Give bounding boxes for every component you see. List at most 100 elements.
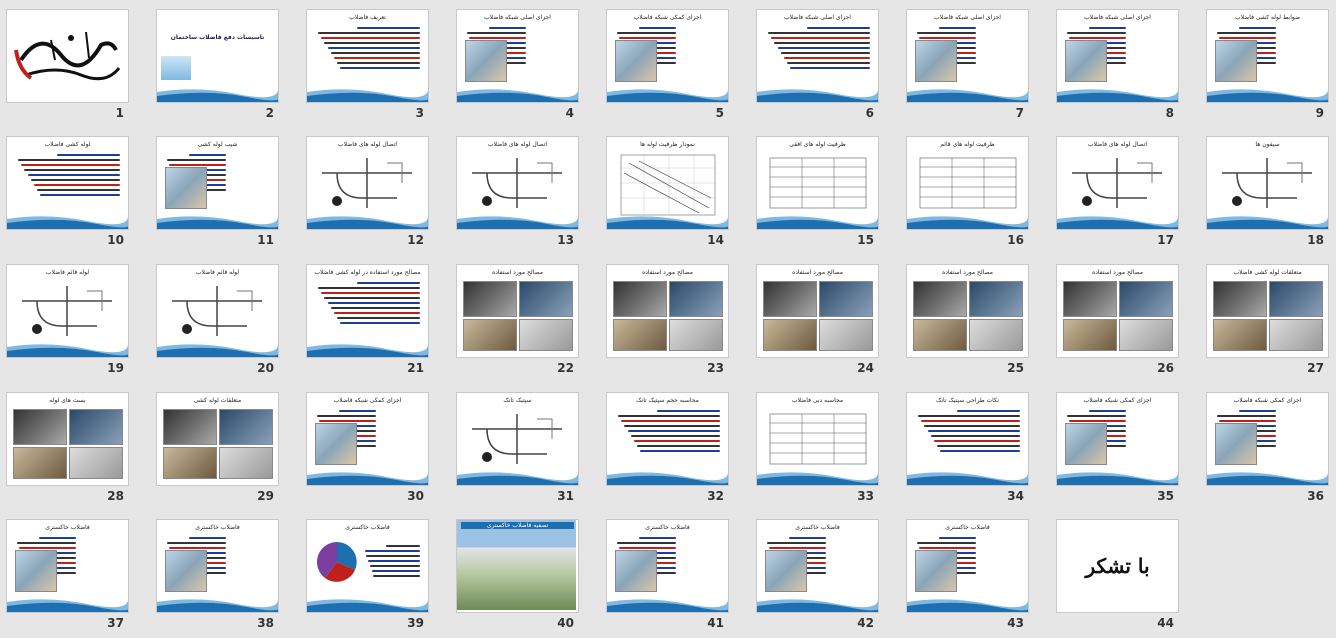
slide-number: 3 <box>415 106 424 120</box>
slide-preview[interactable]: مصالح مورد استفاده <box>1056 264 1179 358</box>
pipe-photo <box>819 281 873 317</box>
slide-thumbnail[interactable]: لوله قائم فاضلاب 20 <box>150 258 300 383</box>
slide-preview[interactable]: اجزای اصلی شبکه فاضلاب <box>906 9 1029 103</box>
slide-thumbnail[interactable]: بست های لوله 28 <box>0 386 150 511</box>
slide-preview[interactable]: با تشکر <box>1056 519 1179 613</box>
slide-preview[interactable]: ظرفیت لوله های افقی <box>756 136 879 230</box>
slide-preview[interactable]: اجزای اصلی شبکه فاضلاب <box>456 9 579 103</box>
slide-thumbnail[interactable]: فاضلاب خاکستری 37 <box>0 513 150 638</box>
slide-thumbnail[interactable]: تاسیسات دفع فاضلاب ساختمان 2 <box>150 3 300 128</box>
slide-preview[interactable]: اجزای کمکی شبکه فاضلاب <box>306 392 429 486</box>
slide-number: 28 <box>107 489 124 503</box>
slide-preview[interactable]: محاسبه حجم سپتیک تانک <box>606 392 729 486</box>
slide-thumbnail[interactable]: نکات طراحی سپتیک تانک 34 <box>900 386 1050 511</box>
slide-thumbnail[interactable]: شیب لوله کشی 11 <box>150 130 300 255</box>
slide-preview[interactable]: اتصال لوله های فاضلاب <box>456 136 579 230</box>
slide-thumbnail[interactable]: اجزای کمکی شبکه فاضلاب 30 <box>300 386 450 511</box>
slide-thumbnail[interactable]: اجزای کمکی شبکه فاضلاب 5 <box>600 3 750 128</box>
slide-thumbnail[interactable]: فاضلاب خاکستری 43 <box>900 513 1050 638</box>
slide-thumbnail[interactable]: اجزای اصلی شبکه فاضلاب 6 <box>750 3 900 128</box>
pipe-photo <box>1269 281 1323 317</box>
slide-thumbnail[interactable]: مصالح مورد استفاده 24 <box>750 258 900 383</box>
slide-thumbnail[interactable]: ضوابط لوله کشی فاضلاب 9 <box>1200 3 1336 128</box>
slide-number: 21 <box>407 361 424 375</box>
slide-thumbnail[interactable]: سپتیک تانک 31 <box>450 386 600 511</box>
slide-thumbnail[interactable]: اتصال لوله های فاضلاب 13 <box>450 130 600 255</box>
slide-preview[interactable]: نمودار ظرفیت لوله ها <box>606 136 729 230</box>
slide-preview[interactable]: تصفیه فاضلاب خاکستری <box>456 519 579 613</box>
slide-thumbnail[interactable]: اجزای کمکی شبکه فاضلاب 35 <box>1050 386 1200 511</box>
slide-preview[interactable]: لوله کشی فاضلاب <box>6 136 129 230</box>
pipe-diagram <box>1072 158 1162 208</box>
slide-body <box>615 407 720 455</box>
slide-thumbnail[interactable]: متعلقات لوله کشی فاضلاب 27 <box>1200 258 1336 383</box>
slide-thumbnail[interactable]: اجزای اصلی شبکه فاضلاب 4 <box>450 3 600 128</box>
slide-thumbnail[interactable]: فاضلاب خاکستری 38 <box>150 513 300 638</box>
pipe-photo <box>913 319 967 351</box>
slide-thumbnail[interactable]: تعریف فاضلاب 3 <box>300 3 450 128</box>
slide-preview[interactable]: ضوابط لوله کشی فاضلاب <box>1206 9 1329 103</box>
slide-preview[interactable]: سیفون ها <box>1206 136 1329 230</box>
slide-preview[interactable]: اجزای کمکی شبکه فاضلاب <box>1056 392 1179 486</box>
slide-thumbnail[interactable]: لوله کشی فاضلاب 10 <box>0 130 150 255</box>
slide-thumbnail[interactable]: اتصال لوله های فاضلاب 12 <box>300 130 450 255</box>
slide-preview[interactable]: فاضلاب خاکستری <box>756 519 879 613</box>
slide-thumbnail[interactable]: اتصال لوله های فاضلاب 17 <box>1050 130 1200 255</box>
slide-thumbnail[interactable]: با تشکر 44 <box>1050 513 1200 638</box>
slide-number: 20 <box>257 361 274 375</box>
slide-preview[interactable]: تاسیسات دفع فاضلاب ساختمان <box>156 9 279 103</box>
slide-preview[interactable]: مصالح مورد استفاده در لوله کشی فاضلاب <box>306 264 429 358</box>
slide-preview[interactable]: فاضلاب خاکستری <box>606 519 729 613</box>
slide-preview[interactable]: مصالح مورد استفاده <box>906 264 1029 358</box>
slide-thumbnail[interactable]: لوله قائم فاضلاب 19 <box>0 258 150 383</box>
slide-preview[interactable]: فاضلاب خاکستری <box>906 519 1029 613</box>
slide-thumbnail[interactable]: مصالح مورد استفاده در لوله کشی فاضلاب 21 <box>300 258 450 383</box>
slide-preview[interactable]: محاسبه دبی فاضلاب <box>756 392 879 486</box>
slide-thumbnail[interactable]: ظرفیت لوله های افقی 15 <box>750 130 900 255</box>
slide-thumbnail[interactable]: فاضلاب خاکستری 41 <box>600 513 750 638</box>
slide-preview[interactable]: فاضلاب خاکستری <box>306 519 429 613</box>
slide-preview[interactable]: اتصال لوله های فاضلاب <box>306 136 429 230</box>
slide-preview[interactable]: اجزای اصلی شبکه فاضلاب <box>756 9 879 103</box>
slide-preview[interactable]: متعلقات لوله کشی فاضلاب <box>1206 264 1329 358</box>
slide-thumbnail[interactable]: نمودار ظرفیت لوله ها 14 <box>600 130 750 255</box>
slide-preview[interactable]: اجزای کمکی شبکه فاضلاب <box>606 9 729 103</box>
slide-preview[interactable]: مصالح مورد استفاده <box>456 264 579 358</box>
slide-preview[interactable]: ظرفیت لوله های قائم <box>906 136 1029 230</box>
slide-preview[interactable]: اجزای کمکی شبکه فاضلاب <box>1206 392 1329 486</box>
pipe-photo <box>463 319 517 351</box>
slide-thumbnail[interactable]: محاسبه حجم سپتیک تانک 32 <box>600 386 750 511</box>
slide-preview[interactable]: بست های لوله <box>6 392 129 486</box>
slide-preview[interactable]: فاضلاب خاکستری <box>156 519 279 613</box>
slide-thumbnail[interactable]: فاضلاب خاکستری 42 <box>750 513 900 638</box>
slide-thumbnail[interactable]: ظرفیت لوله های قائم 16 <box>900 130 1050 255</box>
slide-preview[interactable]: مصالح مورد استفاده <box>606 264 729 358</box>
slide-preview[interactable]: لوله قائم فاضلاب <box>156 264 279 358</box>
slide-thumbnail[interactable]: محاسبه دبی فاضلاب 33 <box>750 386 900 511</box>
pipe-diagram <box>472 414 562 464</box>
slide-preview[interactable]: اجزای اصلی شبکه فاضلاب <box>1056 9 1179 103</box>
slide-thumbnail[interactable]: متعلقات لوله کشی 29 <box>150 386 300 511</box>
slide-preview[interactable]: شیب لوله کشی <box>156 136 279 230</box>
slide-thumbnail[interactable]: اجزای کمکی شبکه فاضلاب 36 <box>1200 386 1336 511</box>
slide-preview[interactable]: تعریف فاضلاب <box>306 9 429 103</box>
slide-number: 35 <box>1157 489 1174 503</box>
slide-thumbnail[interactable]: اجزای اصلی شبکه فاضلاب 7 <box>900 3 1050 128</box>
slide-thumbnail[interactable]: مصالح مورد استفاده 23 <box>600 258 750 383</box>
slide-thumbnail[interactable]: مصالح مورد استفاده 25 <box>900 258 1050 383</box>
slide-thumbnail[interactable]: مصالح مورد استفاده 22 <box>450 258 600 383</box>
slide-preview[interactable] <box>6 9 129 103</box>
slide-thumbnail[interactable]: سیفون ها 18 <box>1200 130 1336 255</box>
slide-preview[interactable]: مصالح مورد استفاده <box>756 264 879 358</box>
slide-thumbnail[interactable]: فاضلاب خاکستری 39 <box>300 513 450 638</box>
slide-preview[interactable]: فاضلاب خاکستری <box>6 519 129 613</box>
slide-thumbnail[interactable]: 1 <box>0 3 150 128</box>
slide-preview[interactable]: سپتیک تانک <box>456 392 579 486</box>
slide-thumbnail[interactable]: مصالح مورد استفاده 26 <box>1050 258 1200 383</box>
slide-preview[interactable]: لوله قائم فاضلاب <box>6 264 129 358</box>
slide-preview[interactable]: متعلقات لوله کشی <box>156 392 279 486</box>
slide-preview[interactable]: نکات طراحی سپتیک تانک <box>906 392 1029 486</box>
slide-preview[interactable]: اتصال لوله های فاضلاب <box>1056 136 1179 230</box>
slide-thumbnail[interactable]: اجزای اصلی شبکه فاضلاب 8 <box>1050 3 1200 128</box>
slide-thumbnail[interactable]: تصفیه فاضلاب خاکستری 40 <box>450 513 600 638</box>
